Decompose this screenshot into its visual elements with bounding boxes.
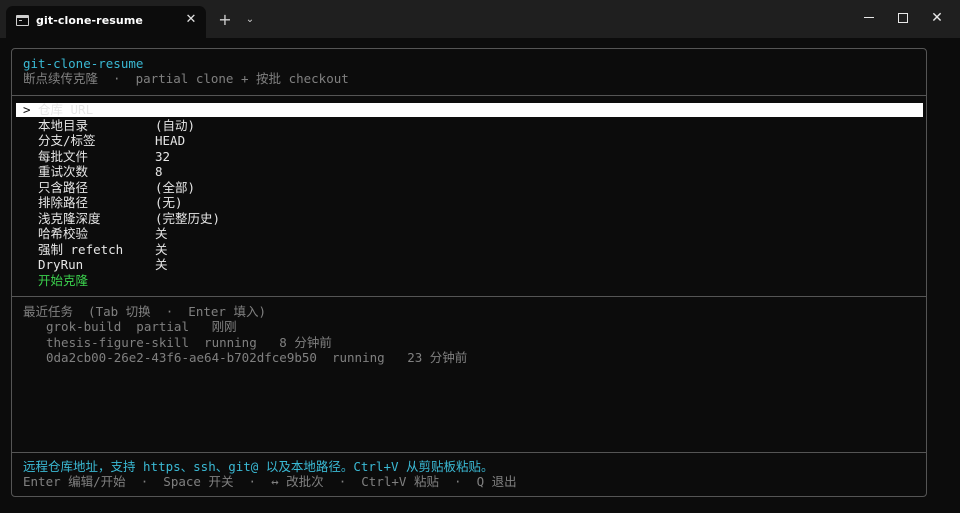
menu-value-batch-size: 32: [155, 149, 171, 164]
minimize-icon: [864, 17, 874, 18]
menu-item-retries[interactable]: 重试次数: [38, 164, 88, 179]
tab-title: git-clone-resume: [36, 14, 143, 27]
menu-value-local-dir: (自动): [155, 118, 196, 133]
menu-item-force-refetch[interactable]: 强制 refetch: [38, 242, 123, 257]
key-hints: Enter 编辑/开始 · Space 开关 · ↔ 改批次 · Ctrl+V …: [23, 474, 517, 489]
recent-task-item[interactable]: thesis-figure-skill running 8 分钟前: [46, 335, 332, 350]
menu-item-shallow-depth[interactable]: 浅克隆深度: [38, 211, 101, 226]
divider-top: [12, 95, 926, 96]
new-tab-icon[interactable]: +: [215, 10, 235, 30]
menu-value-hash-check: 关: [155, 226, 168, 241]
app-subtitle: 断点续传克隆 · partial clone + 按批 checkout: [23, 71, 349, 86]
menu-cursor: >: [23, 102, 31, 117]
recent-task-item[interactable]: 0da2cb00-26e2-43f6-ae64-b702dfce9b50 run…: [46, 350, 467, 365]
terminal-icon: [16, 15, 29, 26]
start-clone-button[interactable]: 开始克隆: [38, 273, 88, 288]
recent-task-item[interactable]: grok-build partial 刚刚: [46, 319, 237, 334]
chevron-down-icon[interactable]: ⌄: [242, 10, 258, 30]
selection-highlight: [16, 103, 923, 117]
field-hint: 远程仓库地址，支持 https、ssh、git@ 以及本地路径。Ctrl+V 从…: [23, 459, 494, 474]
menu-value-retries: 8: [155, 164, 163, 179]
menu-value-include-paths: (全部): [155, 180, 196, 195]
recent-tasks-header: 最近任务 (Tab 切换 · Enter 填入): [23, 304, 266, 319]
menu-value-exclude-paths: (无): [155, 195, 183, 210]
tab-close-icon[interactable]: ✕: [184, 12, 198, 28]
menu-value-dry-run: 关: [155, 257, 168, 272]
app-title: git-clone-resume: [23, 56, 144, 71]
divider-middle: [12, 296, 926, 297]
terminal-tab[interactable]: git-clone-resume ✕: [6, 6, 206, 38]
menu-item-hash-check[interactable]: 哈希校验: [38, 226, 88, 241]
menu-item-batch-size[interactable]: 每批文件: [38, 149, 88, 164]
divider-bottom: [12, 452, 926, 453]
close-icon: ✕: [931, 10, 943, 26]
menu-item-dry-run[interactable]: DryRun: [38, 257, 83, 272]
menu-item-include-paths[interactable]: 只含路径: [38, 180, 88, 195]
maximize-icon: [898, 12, 908, 23]
menu-item-exclude-paths[interactable]: 排除路径: [38, 195, 88, 210]
menu-value-branch: HEAD: [155, 133, 186, 148]
close-window-button[interactable]: ✕: [914, 0, 960, 34]
menu-value-shallow-depth: (完整历史): [155, 211, 221, 226]
menu-item-local-dir[interactable]: 本地目录: [38, 118, 88, 133]
title-bar: git-clone-resume ✕ + ⌄ ✕: [0, 0, 960, 38]
menu-item-repo-url[interactable]: 仓库 URL: [38, 102, 93, 117]
menu-value-force-refetch: 关: [155, 242, 168, 257]
menu-item-branch[interactable]: 分支/标签: [38, 133, 96, 148]
